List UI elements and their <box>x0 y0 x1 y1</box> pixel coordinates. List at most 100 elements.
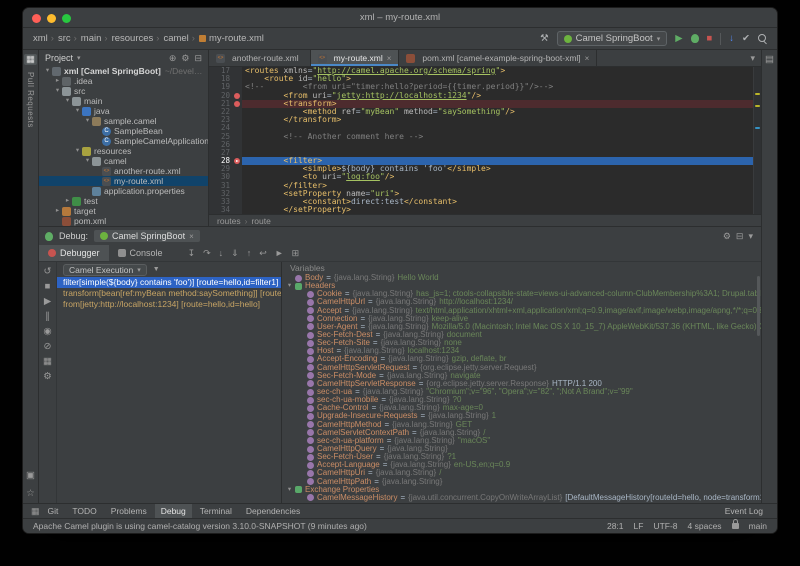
editor-line[interactable]: 31 </filter> <box>209 182 761 190</box>
breadcrumb-item[interactable]: xml › <box>33 33 54 44</box>
scrollbar[interactable] <box>757 276 760 336</box>
frames-view-select[interactable]: Camel Execution ▾ <box>63 264 147 276</box>
search-everywhere-button[interactable] <box>758 34 767 43</box>
editor-line[interactable]: 23 </transform> <box>209 116 761 124</box>
breakpoint-icon[interactable] <box>233 157 242 165</box>
indent-style[interactable]: 4 spaces <box>688 521 722 531</box>
twisty-icon[interactable] <box>63 196 72 206</box>
project-tree-row[interactable]: .idea <box>39 76 208 86</box>
frame-row[interactable]: from[jetty:http://localhost:1234] [route… <box>57 299 281 310</box>
warning-stripe-mark[interactable] <box>755 93 760 95</box>
debug-button[interactable] <box>691 34 699 43</box>
pause-icon[interactable]: ∥ <box>45 311 50 322</box>
close-tab-icon[interactable]: × <box>585 54 590 63</box>
twisty-icon[interactable] <box>43 66 52 76</box>
variable-row[interactable]: Accept = {java.lang.String} text/html,ap… <box>282 307 761 315</box>
variable-row[interactable]: CamelHttpPath = {java.lang.String} <box>282 478 761 486</box>
variable-row[interactable]: CamelHttpMethod = {java.lang.String} GET <box>282 421 761 429</box>
breakpoint-icon[interactable] <box>233 124 242 132</box>
toolbar-separator[interactable] <box>720 33 721 45</box>
editor-line[interactable]: 26 <box>209 141 761 149</box>
hide-panel-icon[interactable]: ⊟ <box>194 53 202 64</box>
line-number[interactable]: 34 <box>209 206 233 214</box>
variable-row[interactable]: Cookie = {java.lang.String} has_js=1; ct… <box>282 290 761 298</box>
project-tool-button[interactable]: ▦ <box>24 54 37 65</box>
variable-row[interactable]: CamelHttpServletRequest = {org.eclipse.j… <box>282 364 761 372</box>
editor-line[interactable]: 20 <from uri="jetty:http://localhost:123… <box>209 92 761 100</box>
frame-row[interactable]: transform[bean[ref:myBean method:saySome… <box>57 288 281 299</box>
variable-row[interactable]: sec-ch-ua-platform = {java.lang.String} … <box>282 437 761 445</box>
warning-stripe-mark[interactable] <box>755 105 760 107</box>
twisty-icon[interactable] <box>285 282 294 290</box>
editor-line[interactable]: 22 <method ref="myBean" method="saySomet… <box>209 108 761 116</box>
variable-row[interactable]: Connection = {java.lang.String} keep-ali… <box>282 315 761 323</box>
debug-view-tab[interactable]: Debugger <box>39 245 109 261</box>
variable-row[interactable]: CamelHttpServletResponse = {org.eclipse.… <box>282 380 761 388</box>
editor-line[interactable]: 25 <!-- Another comment here --> <box>209 133 761 141</box>
tab-list-icon[interactable]: ▾ <box>750 53 755 64</box>
variable-row[interactable]: Sec-Fetch-User = {java.lang.String} ?1 <box>282 453 761 461</box>
info-stripe-mark[interactable] <box>755 127 760 129</box>
filter-icon[interactable]: ▼ <box>153 266 160 273</box>
variable-row[interactable]: Exchange Properties <box>282 486 761 494</box>
editor-tab[interactable]: another-route.xml <box>209 50 311 66</box>
debug-tool-button[interactable]: Debug <box>155 504 192 518</box>
run-to-cursor-icon[interactable]: ► <box>275 248 284 258</box>
variable-row[interactable]: Accept-Encoding = {java.lang.String} gzi… <box>282 355 761 363</box>
editor-line[interactable]: 21 <transform> <box>209 100 761 108</box>
project-tree-row[interactable]: resources <box>39 146 208 156</box>
breakpoint-icon[interactable] <box>233 173 242 181</box>
dependencies-tool-button[interactable]: Dependencies <box>240 504 306 518</box>
structure-tool-button[interactable]: ▣ <box>26 470 35 481</box>
breadcrumb-item[interactable]: my-route.xml <box>199 33 267 44</box>
variable-row[interactable]: Upgrade-Insecure-Requests = {java.lang.S… <box>282 412 761 420</box>
variable-row[interactable]: Headers <box>282 282 761 290</box>
editor-tab[interactable]: pom.xml [camel-example-spring-boot-xml] … <box>399 50 597 66</box>
editor-line[interactable]: 32 <setProperty name="uri"> <box>209 190 761 198</box>
step-out-icon[interactable]: ↑ <box>247 248 252 258</box>
readonly-lock-icon[interactable] <box>732 523 739 529</box>
breadcrumb-item[interactable]: main › <box>81 33 108 44</box>
breakpoint-icon[interactable] <box>233 149 242 157</box>
editor-line[interactable]: 24 <box>209 124 761 132</box>
drop-frame-icon[interactable]: ↩ <box>259 248 267 259</box>
debug-session-tab[interactable]: Camel SpringBoot × <box>94 230 200 242</box>
frame-row[interactable]: filter[simple(${body} contains 'foo')] [… <box>57 277 281 288</box>
variable-row[interactable]: CamelHttpQuery = {java.lang.String} <box>282 445 761 453</box>
evaluate-expression-icon[interactable]: ⊞ <box>292 248 300 259</box>
run-configuration-select[interactable]: Camel SpringBoot ▾ <box>557 31 668 46</box>
editor-line[interactable]: 33 <constant>direct:test</constant> <box>209 198 761 206</box>
variable-row[interactable]: CamelMessageHistory = {java.util.concurr… <box>282 494 761 502</box>
breakpoint-icon[interactable] <box>233 116 242 124</box>
variable-row[interactable]: sec-ch-ua = {java.lang.String} "Chromium… <box>282 388 761 396</box>
project-panel-title[interactable]: Project <box>45 53 73 63</box>
breakpoint-icon[interactable] <box>233 100 242 108</box>
breakpoint-icon[interactable] <box>233 190 242 198</box>
breakpoint-icon[interactable] <box>233 206 242 214</box>
breakpoint-icon[interactable] <box>233 67 242 75</box>
commit-button[interactable]: ✔ <box>742 34 750 44</box>
breadcrumb-item[interactable]: camel › <box>163 33 195 44</box>
project-tree-row[interactable]: sample.camel <box>39 116 208 126</box>
variable-row[interactable]: CamelServletContextPath = {java.lang.Str… <box>282 429 761 437</box>
project-tree-row[interactable]: camel <box>39 156 208 166</box>
run-button[interactable]: ▶ <box>675 34 682 44</box>
project-tree-row[interactable]: main <box>39 96 208 106</box>
editor-line[interactable]: 34 </setProperty> <box>209 206 761 214</box>
editor-scrollbar[interactable] <box>753 67 761 214</box>
project-tree-row[interactable]: java <box>39 106 208 116</box>
breakpoint-icon[interactable] <box>233 108 242 116</box>
build-hammer-icon[interactable]: ⚒ <box>540 34 549 44</box>
breakpoint-icon[interactable] <box>233 141 242 149</box>
resume-icon[interactable]: ▶ <box>44 296 51 307</box>
twisty-icon[interactable] <box>73 146 82 156</box>
show-execution-point-icon[interactable]: ↧ <box>188 248 196 259</box>
locate-file-icon[interactable]: ⊕ <box>169 53 177 64</box>
variable-row[interactable]: CamelHttpUri = {java.lang.String} / <box>282 469 761 477</box>
restore-layout-icon[interactable]: ▦ <box>43 356 52 367</box>
hide-panel-icon[interactable]: ▾ <box>748 231 753 242</box>
minimize-window-button[interactable] <box>47 14 56 23</box>
rerun-icon[interactable]: ↺ <box>44 266 52 277</box>
variable-row[interactable]: Sec-Fetch-Site = {java.lang.String} none <box>282 339 761 347</box>
twisty-icon[interactable] <box>53 86 62 96</box>
